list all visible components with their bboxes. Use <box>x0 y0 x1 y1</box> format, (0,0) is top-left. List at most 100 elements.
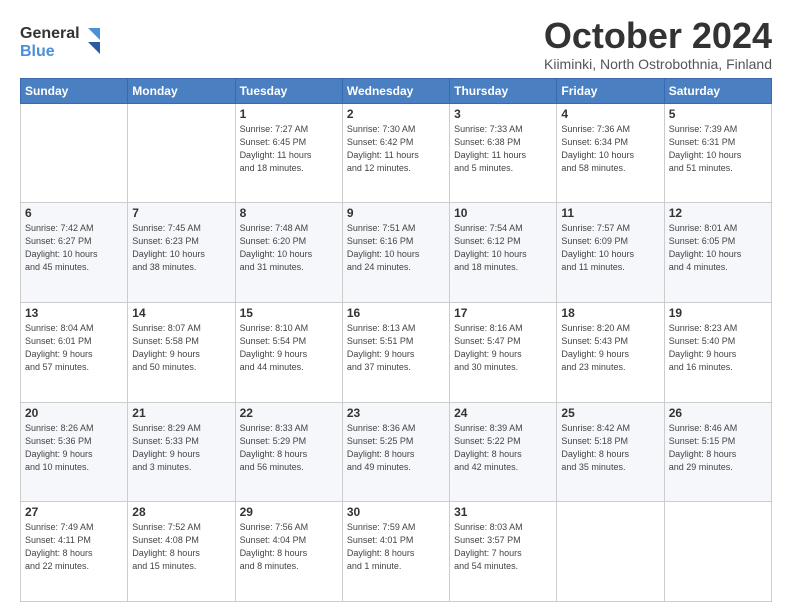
day-info: Sunrise: 8:03 AM Sunset: 3:57 PM Dayligh… <box>454 521 552 573</box>
day-info: Sunrise: 8:13 AM Sunset: 5:51 PM Dayligh… <box>347 322 445 374</box>
day-number: 16 <box>347 306 445 320</box>
calendar-cell <box>664 502 771 602</box>
day-number: 1 <box>240 107 338 121</box>
day-info: Sunrise: 7:48 AM Sunset: 6:20 PM Dayligh… <box>240 222 338 274</box>
calendar-cell: 7Sunrise: 7:45 AM Sunset: 6:23 PM Daylig… <box>128 203 235 303</box>
calendar-week-1: 6Sunrise: 7:42 AM Sunset: 6:27 PM Daylig… <box>21 203 772 303</box>
day-number: 30 <box>347 505 445 519</box>
calendar-cell: 4 Sunrise: 7:36 AM Sunset: 6:34 PM Daylig… <box>557 103 664 203</box>
day-info: Sunrise: 7:57 AM Sunset: 6:09 PM Dayligh… <box>561 222 659 274</box>
calendar-header-row: Sunday Monday Tuesday Wednesday Thursday… <box>21 78 772 103</box>
title-area: October 2024 Kiiminki, North Ostrobothni… <box>544 16 772 72</box>
day-info: Sunrise: 8:29 AM Sunset: 5:33 PM Dayligh… <box>132 422 230 474</box>
day-number: 11 <box>561 206 659 220</box>
day-info: Sunrise: 7:51 AM Sunset: 6:16 PM Dayligh… <box>347 222 445 274</box>
calendar-cell: 25Sunrise: 8:42 AM Sunset: 5:18 PM Dayli… <box>557 402 664 502</box>
calendar-cell: 16 Sunrise: 8:13 AM Sunset: 5:51 PM Dayli… <box>342 302 449 402</box>
calendar-cell: 19 Sunrise: 8:23 AM Sunset: 5:40 PM Dayli… <box>664 302 771 402</box>
day-number: 18 <box>561 306 659 320</box>
calendar-cell: 26Sunrise: 8:46 AM Sunset: 5:15 PM Dayli… <box>664 402 771 502</box>
calendar-cell: 28 Sunrise: 7:52 AM Sunset: 4:08 PM Dayli… <box>128 502 235 602</box>
day-info: Sunrise: 8:26 AM Sunset: 5:36 PM Dayligh… <box>25 422 123 474</box>
location: Kiiminki, North Ostrobothnia, Finland <box>544 56 772 72</box>
day-number: 22 <box>240 406 338 420</box>
calendar-cell: 24 Sunrise: 8:39 AM Sunset: 5:22 PM Dayli… <box>450 402 557 502</box>
day-info: Sunrise: 8:23 AM Sunset: 5:40 PM Dayligh… <box>669 322 767 374</box>
header: General Blue October 2024 Kiiminki, Nort… <box>20 16 772 72</box>
day-info: Sunrise: 7:33 AM Sunset: 6:38 PM Dayligh… <box>454 123 552 175</box>
calendar-cell <box>557 502 664 602</box>
calendar-cell: 18 Sunrise: 8:20 AM Sunset: 5:43 PM Dayli… <box>557 302 664 402</box>
calendar-cell: 3 Sunrise: 7:33 AM Sunset: 6:38 PM Daylig… <box>450 103 557 203</box>
day-info: Sunrise: 8:07 AM Sunset: 5:58 PM Dayligh… <box>132 322 230 374</box>
calendar-cell: 17Sunrise: 8:16 AM Sunset: 5:47 PM Dayli… <box>450 302 557 402</box>
day-number: 5 <box>669 107 767 121</box>
calendar-cell: 15Sunrise: 8:10 AM Sunset: 5:54 PM Dayli… <box>235 302 342 402</box>
day-info: Sunrise: 8:16 AM Sunset: 5:47 PM Dayligh… <box>454 322 552 374</box>
day-number: 31 <box>454 505 552 519</box>
calendar-cell <box>128 103 235 203</box>
day-number: 28 <box>132 505 230 519</box>
day-info: Sunrise: 8:36 AM Sunset: 5:25 PM Dayligh… <box>347 422 445 474</box>
day-number: 23 <box>347 406 445 420</box>
day-info: Sunrise: 7:52 AM Sunset: 4:08 PM Dayligh… <box>132 521 230 573</box>
day-number: 4 <box>561 107 659 121</box>
day-info: Sunrise: 8:46 AM Sunset: 5:15 PM Dayligh… <box>669 422 767 474</box>
calendar-cell: 5Sunrise: 7:39 AM Sunset: 6:31 PM Daylig… <box>664 103 771 203</box>
day-number: 13 <box>25 306 123 320</box>
svg-text:Blue: Blue <box>20 43 55 60</box>
day-number: 2 <box>347 107 445 121</box>
day-info: Sunrise: 7:36 AM Sunset: 6:34 PM Dayligh… <box>561 123 659 175</box>
calendar-cell: 30 Sunrise: 7:59 AM Sunset: 4:01 PM Dayli… <box>342 502 449 602</box>
day-number: 3 <box>454 107 552 121</box>
logo: General Blue <box>20 20 110 67</box>
day-info: Sunrise: 8:33 AM Sunset: 5:29 PM Dayligh… <box>240 422 338 474</box>
day-number: 19 <box>669 306 767 320</box>
page: General Blue October 2024 Kiiminki, Nort… <box>0 0 792 612</box>
calendar-cell: 8 Sunrise: 7:48 AM Sunset: 6:20 PM Daylig… <box>235 203 342 303</box>
day-number: 8 <box>240 206 338 220</box>
day-number: 25 <box>561 406 659 420</box>
col-tuesday: Tuesday <box>235 78 342 103</box>
day-info: Sunrise: 7:59 AM Sunset: 4:01 PM Dayligh… <box>347 521 445 573</box>
day-number: 9 <box>347 206 445 220</box>
calendar-cell: 14 Sunrise: 8:07 AM Sunset: 5:58 PM Dayli… <box>128 302 235 402</box>
calendar-table: Sunday Monday Tuesday Wednesday Thursday… <box>20 78 772 602</box>
calendar-cell: 22 Sunrise: 8:33 AM Sunset: 5:29 PM Dayli… <box>235 402 342 502</box>
day-number: 14 <box>132 306 230 320</box>
day-number: 27 <box>25 505 123 519</box>
calendar-cell: 27 Sunrise: 7:49 AM Sunset: 4:11 PM Dayli… <box>21 502 128 602</box>
day-info: Sunrise: 7:56 AM Sunset: 4:04 PM Dayligh… <box>240 521 338 573</box>
calendar-cell: 23 Sunrise: 8:36 AM Sunset: 5:25 PM Dayli… <box>342 402 449 502</box>
calendar-week-3: 20 Sunrise: 8:26 AM Sunset: 5:36 PM Dayli… <box>21 402 772 502</box>
svg-text:General: General <box>20 25 80 42</box>
col-friday: Friday <box>557 78 664 103</box>
calendar-cell: 6Sunrise: 7:42 AM Sunset: 6:27 PM Daylig… <box>21 203 128 303</box>
calendar-week-2: 13Sunrise: 8:04 AM Sunset: 6:01 PM Dayli… <box>21 302 772 402</box>
day-info: Sunrise: 7:45 AM Sunset: 6:23 PM Dayligh… <box>132 222 230 274</box>
calendar-cell: 12Sunrise: 8:01 AM Sunset: 6:05 PM Dayli… <box>664 203 771 303</box>
col-wednesday: Wednesday <box>342 78 449 103</box>
calendar-week-4: 27 Sunrise: 7:49 AM Sunset: 4:11 PM Dayli… <box>21 502 772 602</box>
calendar-cell: 13Sunrise: 8:04 AM Sunset: 6:01 PM Dayli… <box>21 302 128 402</box>
day-info: Sunrise: 7:30 AM Sunset: 6:42 PM Dayligh… <box>347 123 445 175</box>
month-title: October 2024 <box>544 16 772 56</box>
calendar-cell: 11 Sunrise: 7:57 AM Sunset: 6:09 PM Dayli… <box>557 203 664 303</box>
day-number: 10 <box>454 206 552 220</box>
calendar-cell: 20 Sunrise: 8:26 AM Sunset: 5:36 PM Dayli… <box>21 402 128 502</box>
day-number: 21 <box>132 406 230 420</box>
day-info: Sunrise: 8:20 AM Sunset: 5:43 PM Dayligh… <box>561 322 659 374</box>
calendar-cell: 21 Sunrise: 8:29 AM Sunset: 5:33 PM Dayli… <box>128 402 235 502</box>
day-info: Sunrise: 7:54 AM Sunset: 6:12 PM Dayligh… <box>454 222 552 274</box>
day-info: Sunrise: 7:49 AM Sunset: 4:11 PM Dayligh… <box>25 521 123 573</box>
day-info: Sunrise: 7:27 AM Sunset: 6:45 PM Dayligh… <box>240 123 338 175</box>
calendar-week-0: 1 Sunrise: 7:27 AM Sunset: 6:45 PM Daylig… <box>21 103 772 203</box>
calendar-cell: 31 Sunrise: 8:03 AM Sunset: 3:57 PM Dayli… <box>450 502 557 602</box>
day-number: 20 <box>25 406 123 420</box>
calendar-cell: 2 Sunrise: 7:30 AM Sunset: 6:42 PM Daylig… <box>342 103 449 203</box>
calendar-cell <box>21 103 128 203</box>
day-number: 24 <box>454 406 552 420</box>
col-sunday: Sunday <box>21 78 128 103</box>
day-info: Sunrise: 8:39 AM Sunset: 5:22 PM Dayligh… <box>454 422 552 474</box>
col-saturday: Saturday <box>664 78 771 103</box>
